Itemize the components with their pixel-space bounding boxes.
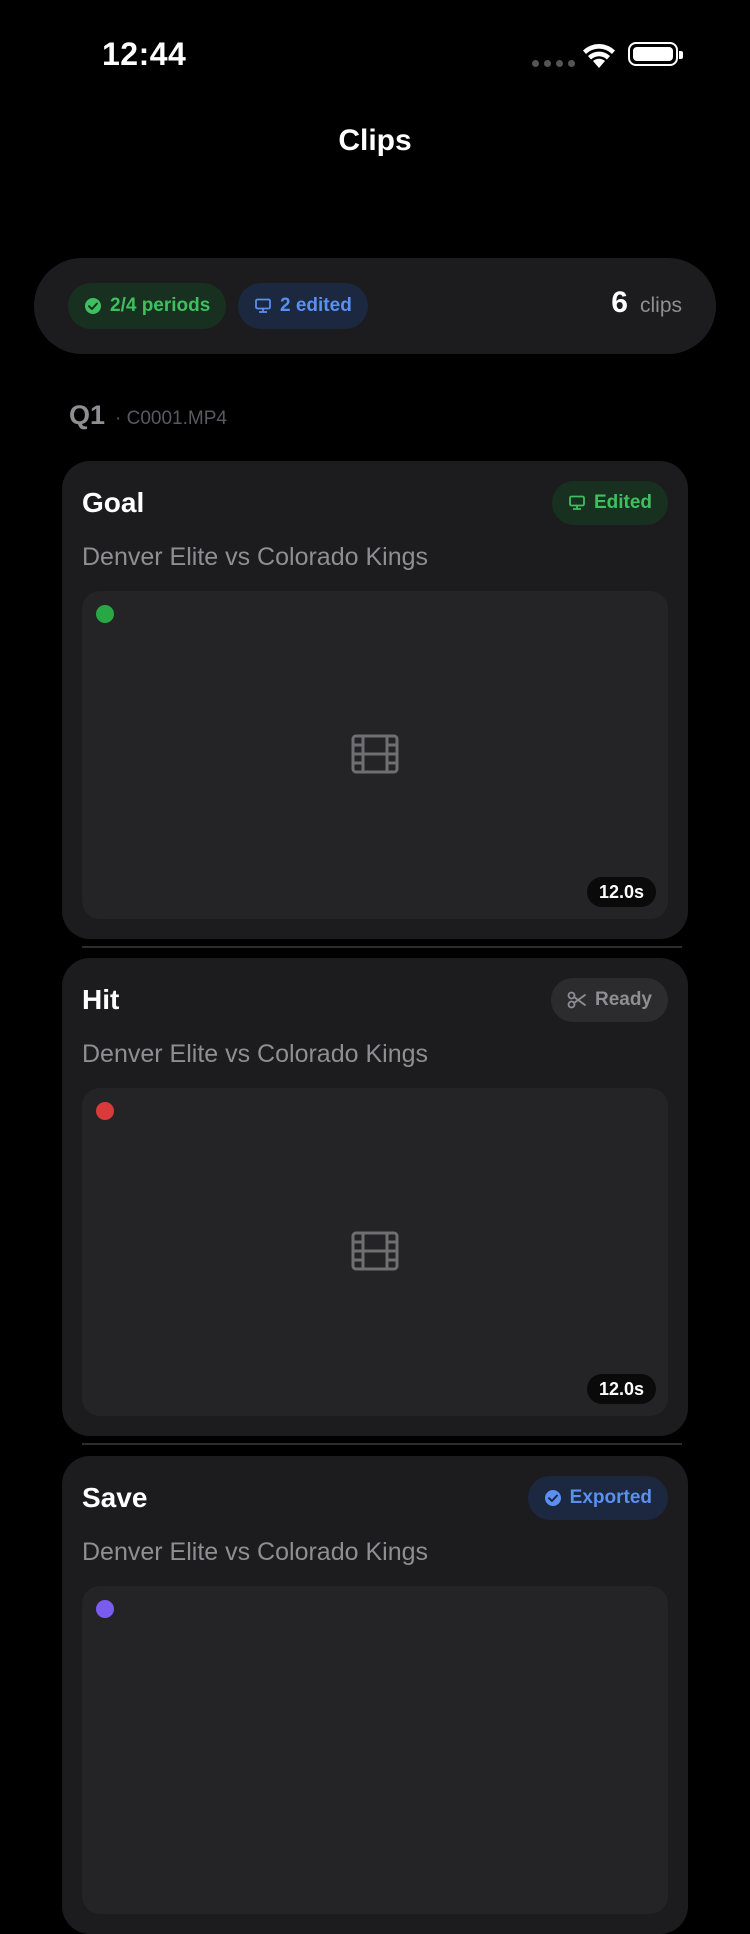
section-file: · C0001.MP4 bbox=[115, 408, 227, 429]
status-badge[interactable]: Edited bbox=[551, 481, 668, 525]
edited-chip-label: 2 edited bbox=[280, 295, 352, 316]
clip-title: Hit bbox=[82, 984, 120, 1015]
check-circle-icon bbox=[84, 297, 102, 315]
battery-icon bbox=[628, 42, 683, 66]
color-dot bbox=[96, 1102, 114, 1120]
page-title: Clips bbox=[338, 124, 412, 157]
divider bbox=[82, 946, 682, 948]
cellular-signal-icon bbox=[532, 60, 575, 67]
status-badge-label: Ready bbox=[594, 989, 652, 1010]
clip-thumbnail[interactable]: 12.0s bbox=[82, 1088, 668, 1416]
color-dot bbox=[96, 1600, 114, 1618]
monitor-icon bbox=[254, 297, 272, 315]
clip-title: Save bbox=[82, 1482, 148, 1513]
wifi-icon bbox=[583, 44, 615, 68]
clip-subtitle: Denver Elite vs Colorado Kings bbox=[82, 543, 428, 571]
clip-count: 6 clips bbox=[611, 286, 682, 320]
status-badge-label: Exported bbox=[569, 1487, 652, 1508]
section-period: Q1 bbox=[69, 400, 106, 430]
check-circle-icon bbox=[544, 1490, 561, 1506]
clip-count-number: 6 bbox=[611, 286, 628, 319]
clip-card[interactable]: Save Exported Denver Elite vs Colorado K… bbox=[62, 1456, 688, 1934]
status-badge[interactable]: Ready bbox=[550, 978, 668, 1022]
scissors-icon bbox=[567, 991, 586, 1009]
clip-title: Goal bbox=[82, 487, 145, 518]
clip-subtitle: Denver Elite vs Colorado Kings bbox=[82, 1040, 428, 1068]
periods-chip-label: 2/4 periods bbox=[110, 295, 211, 316]
status-time: 12:44 bbox=[102, 36, 187, 72]
edited-chip[interactable]: 2 edited bbox=[238, 283, 368, 329]
divider bbox=[82, 1443, 682, 1445]
clip-card[interactable]: Hit Ready Denver Elite vs Colorado Kings… bbox=[62, 958, 688, 1436]
monitor-icon bbox=[569, 495, 585, 510]
clip-thumbnail[interactable]: 12.0s bbox=[82, 591, 668, 919]
summary-bar: 2/4 periods 2 edited 6 clips bbox=[34, 258, 716, 354]
clip-subtitle: Denver Elite vs Colorado Kings bbox=[82, 1538, 428, 1566]
film-icon bbox=[351, 1231, 399, 1271]
clip-thumbnail[interactable] bbox=[82, 1586, 668, 1914]
status-bar: 12:44 bbox=[0, 0, 750, 110]
color-dot bbox=[96, 605, 114, 623]
film-icon bbox=[351, 734, 399, 774]
periods-chip[interactable]: 2/4 periods bbox=[68, 283, 227, 329]
duration-label: 12.0s bbox=[586, 1374, 656, 1404]
section-header: Q1 · C0001.MP4 bbox=[69, 400, 227, 431]
clip-card[interactable]: Goal Edited Denver Elite vs Colorado Kin… bbox=[62, 461, 688, 939]
status-badge[interactable]: Exported bbox=[527, 1476, 668, 1520]
duration-label: 12.0s bbox=[586, 877, 656, 907]
status-badge-label: Edited bbox=[593, 492, 652, 513]
clip-count-label: clips bbox=[639, 294, 682, 317]
